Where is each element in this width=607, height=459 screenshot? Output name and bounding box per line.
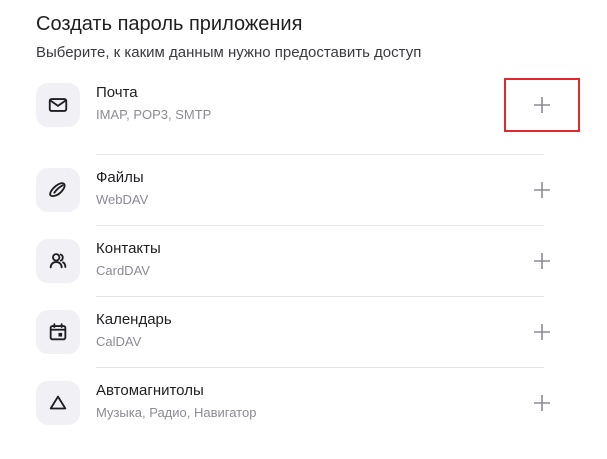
- list-item-mail[interactable]: Почта IMAP, POP3, SMTP: [36, 78, 580, 154]
- item-name: Календарь: [96, 311, 172, 328]
- plus-icon: [534, 253, 550, 269]
- list-item-car-radio[interactable]: Автомагнитолы Музыка, Радио, Навигатор: [36, 367, 550, 438]
- add-calendar-button[interactable]: [504, 305, 580, 359]
- add-car-radio-button[interactable]: [504, 376, 580, 430]
- list-item-calendar[interactable]: Календарь CalDAV: [36, 296, 550, 367]
- add-files-button[interactable]: [504, 163, 580, 217]
- item-name: Файлы: [96, 169, 144, 186]
- list-item-files[interactable]: Файлы WebDAV: [36, 154, 550, 225]
- mail-icon: [36, 83, 80, 127]
- access-type-list: Почта IMAP, POP3, SMTP Файлы WebDAV Конт…: [36, 78, 580, 438]
- plus-icon: [534, 324, 550, 340]
- plus-icon: [534, 395, 550, 411]
- item-description: CalDAV: [96, 334, 142, 349]
- item-name: Контакты: [96, 240, 161, 257]
- app-password-panel: Создать пароль приложения Выберите, к ка…: [0, 0, 607, 459]
- calendar-icon: [36, 310, 80, 354]
- item-name: Автомагнитолы: [96, 382, 204, 399]
- page-title: Создать пароль приложения: [36, 13, 303, 35]
- disk-icon: [36, 168, 80, 212]
- plus-icon: [534, 97, 550, 113]
- item-description: Музыка, Радио, Навигатор: [96, 405, 257, 420]
- item-description: CardDAV: [96, 263, 150, 278]
- item-description: WebDAV: [96, 192, 149, 207]
- list-item-contacts[interactable]: Контакты CardDAV: [36, 225, 550, 296]
- contacts-icon: [36, 239, 80, 283]
- item-name: Почта: [96, 84, 138, 101]
- plus-icon: [534, 182, 550, 198]
- navigator-icon: [36, 381, 80, 425]
- page-subtitle: Выберите, к каким данным нужно предостав…: [36, 44, 422, 61]
- add-mail-button[interactable]: [504, 78, 580, 132]
- add-contacts-button[interactable]: [504, 234, 580, 288]
- item-description: IMAP, POP3, SMTP: [96, 107, 212, 122]
